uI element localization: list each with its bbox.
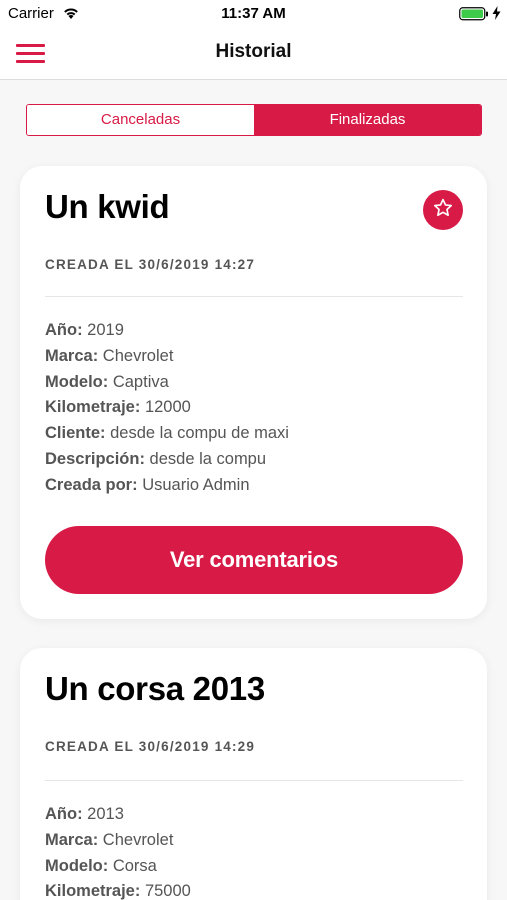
field-label: Marca: bbox=[45, 830, 99, 849]
card-fields: Año: 2019 Marca: Chevrolet Modelo: Capti… bbox=[45, 321, 289, 502]
battery-icon bbox=[459, 7, 489, 26]
field-label: Kilometraje: bbox=[45, 398, 141, 417]
star-icon bbox=[432, 197, 454, 224]
field-label: Modelo: bbox=[45, 372, 109, 391]
field-value: Corsa bbox=[112, 856, 157, 875]
field-label: Descripción: bbox=[45, 449, 145, 468]
navigation-bar: Historial bbox=[0, 28, 507, 80]
field-row: Modelo: Corsa bbox=[45, 857, 191, 883]
field-label: Cliente: bbox=[45, 424, 106, 443]
field-row: Marca: Chevrolet bbox=[45, 347, 289, 373]
field-label: Kilometraje: bbox=[45, 882, 141, 900]
field-value: desde la compu bbox=[149, 449, 267, 468]
favorite-button[interactable] bbox=[423, 190, 463, 230]
field-row: Descripción: desde la compu bbox=[45, 450, 289, 476]
tab-canceladas[interactable]: Canceladas bbox=[27, 105, 254, 135]
field-value: Chevrolet bbox=[102, 830, 174, 849]
field-row: Cliente: desde la compu de maxi bbox=[45, 424, 289, 450]
field-value: 2013 bbox=[87, 805, 124, 823]
field-label: Marca: bbox=[45, 346, 99, 365]
field-row: Creada por: Usuario Admin bbox=[45, 476, 289, 502]
card-title: Un kwid bbox=[45, 188, 170, 225]
field-row: Año: 2019 bbox=[45, 321, 289, 347]
field-value: Captiva bbox=[112, 372, 169, 391]
status-bar: Carrier 11:37 AM bbox=[0, 0, 507, 28]
tab-finalizadas[interactable]: Finalizadas bbox=[254, 105, 481, 135]
request-card: Un kwid CREADA EL 30/6/2019 14:27 Año: 2… bbox=[20, 166, 487, 619]
charging-icon bbox=[492, 6, 501, 25]
clock-label: 11:37 AM bbox=[221, 5, 286, 22]
field-row: Modelo: Captiva bbox=[45, 373, 289, 399]
field-label: Año: bbox=[45, 805, 83, 823]
field-value: Chevrolet bbox=[102, 346, 174, 365]
card-title: Un corsa 2013 bbox=[45, 670, 265, 707]
divider bbox=[45, 780, 463, 781]
request-card: Un corsa 2013 CREADA EL 30/6/2019 14:29 … bbox=[20, 648, 487, 900]
field-row: Año: 2013 bbox=[45, 805, 191, 831]
field-label: Año: bbox=[45, 321, 83, 339]
field-value: 75000 bbox=[144, 882, 191, 900]
field-value: 12000 bbox=[144, 398, 191, 417]
field-row: Kilometraje: 12000 bbox=[45, 398, 289, 424]
view-comments-button[interactable]: Ver comentarios bbox=[45, 526, 463, 594]
field-value: 2019 bbox=[87, 321, 124, 339]
page-title: Historial bbox=[215, 41, 292, 62]
divider bbox=[45, 296, 463, 297]
card-date: CREADA EL 30/6/2019 14:29 bbox=[45, 739, 256, 754]
field-label: Modelo: bbox=[45, 856, 109, 875]
field-value: desde la compu de maxi bbox=[110, 424, 289, 443]
status-tabs: Canceladas Finalizadas bbox=[26, 104, 482, 136]
field-row: Kilometraje: 75000 bbox=[45, 882, 191, 900]
card-fields: Año: 2013 Marca: Chevrolet Modelo: Corsa… bbox=[45, 805, 191, 900]
field-value: Usuario Admin bbox=[142, 475, 250, 494]
card-date: CREADA EL 30/6/2019 14:27 bbox=[45, 257, 256, 272]
field-row: Marca: Chevrolet bbox=[45, 831, 191, 857]
field-label: Creada por: bbox=[45, 475, 138, 494]
